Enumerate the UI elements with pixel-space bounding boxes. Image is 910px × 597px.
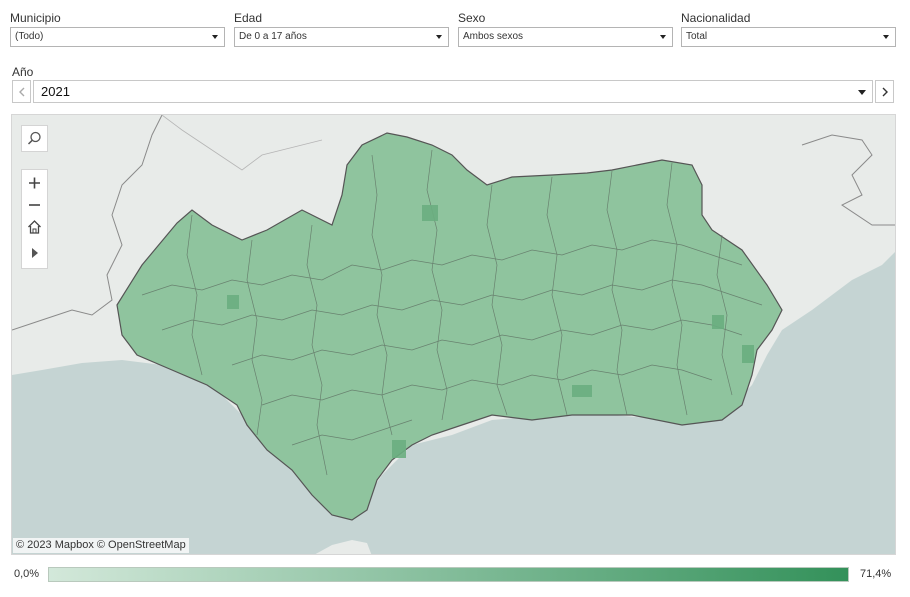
sexo-dropdown[interactable]: Ambos sexos [458, 27, 673, 47]
play-button[interactable] [22, 242, 47, 264]
year-value: 2021 [41, 84, 70, 99]
edad-dropdown[interactable]: De 0 a 17 años [234, 27, 449, 47]
filter-edad-label: Edad [234, 11, 263, 25]
municipio-value: (Todo) [15, 31, 44, 42]
zoom-out-icon [29, 204, 40, 206]
caret-down-icon [858, 90, 866, 95]
zoom-out-button[interactable] [22, 194, 47, 216]
home-icon [28, 220, 41, 234]
filter-edad: Edad De 0 a 17 años [234, 10, 449, 47]
zoom-in-button[interactable] [22, 172, 47, 194]
map-view[interactable]: © 2023 Mapbox © OpenStreetMap [11, 114, 896, 555]
municipio-dropdown[interactable]: (Todo) [10, 27, 225, 47]
year-prev-button[interactable] [12, 80, 31, 103]
legend-max-label: 71,4% [860, 568, 892, 580]
year-next-button[interactable] [875, 80, 894, 103]
home-button[interactable] [22, 216, 47, 238]
zoom-in-icon [29, 177, 40, 189]
legend-min-label: 0,0% [14, 568, 40, 580]
color-legend-bar [48, 567, 849, 582]
filter-nacionalidad: Nacionalidad Total [681, 10, 896, 47]
chevron-right-icon [882, 87, 888, 97]
nacionalidad-value: Total [686, 31, 708, 42]
year-label: Año [12, 65, 34, 79]
chevron-left-icon [19, 87, 25, 97]
map-attribution[interactable]: © 2023 Mapbox © OpenStreetMap [13, 538, 189, 553]
map-zoom-controls [21, 169, 48, 269]
filter-municipio-label: Municipio [10, 11, 61, 25]
play-icon [32, 248, 38, 258]
map-canvas [12, 115, 895, 554]
filter-nacionalidad-label: Nacionalidad [681, 11, 751, 25]
caret-down-icon [212, 35, 218, 39]
filter-sexo-label: Sexo [458, 11, 486, 25]
caret-down-icon [660, 35, 666, 39]
edad-value: De 0 a 17 años [239, 31, 307, 42]
caret-down-icon [436, 35, 442, 39]
nacionalidad-dropdown[interactable]: Total [681, 27, 896, 47]
sexo-value: Ambos sexos [463, 31, 524, 42]
year-dropdown[interactable]: 2021 [33, 80, 873, 103]
caret-down-icon [883, 35, 889, 39]
map-search-button[interactable] [21, 125, 48, 152]
filter-municipio: Municipio (Todo) [10, 10, 225, 47]
search-icon [27, 131, 41, 145]
filter-sexo: Sexo Ambos sexos [458, 10, 673, 47]
